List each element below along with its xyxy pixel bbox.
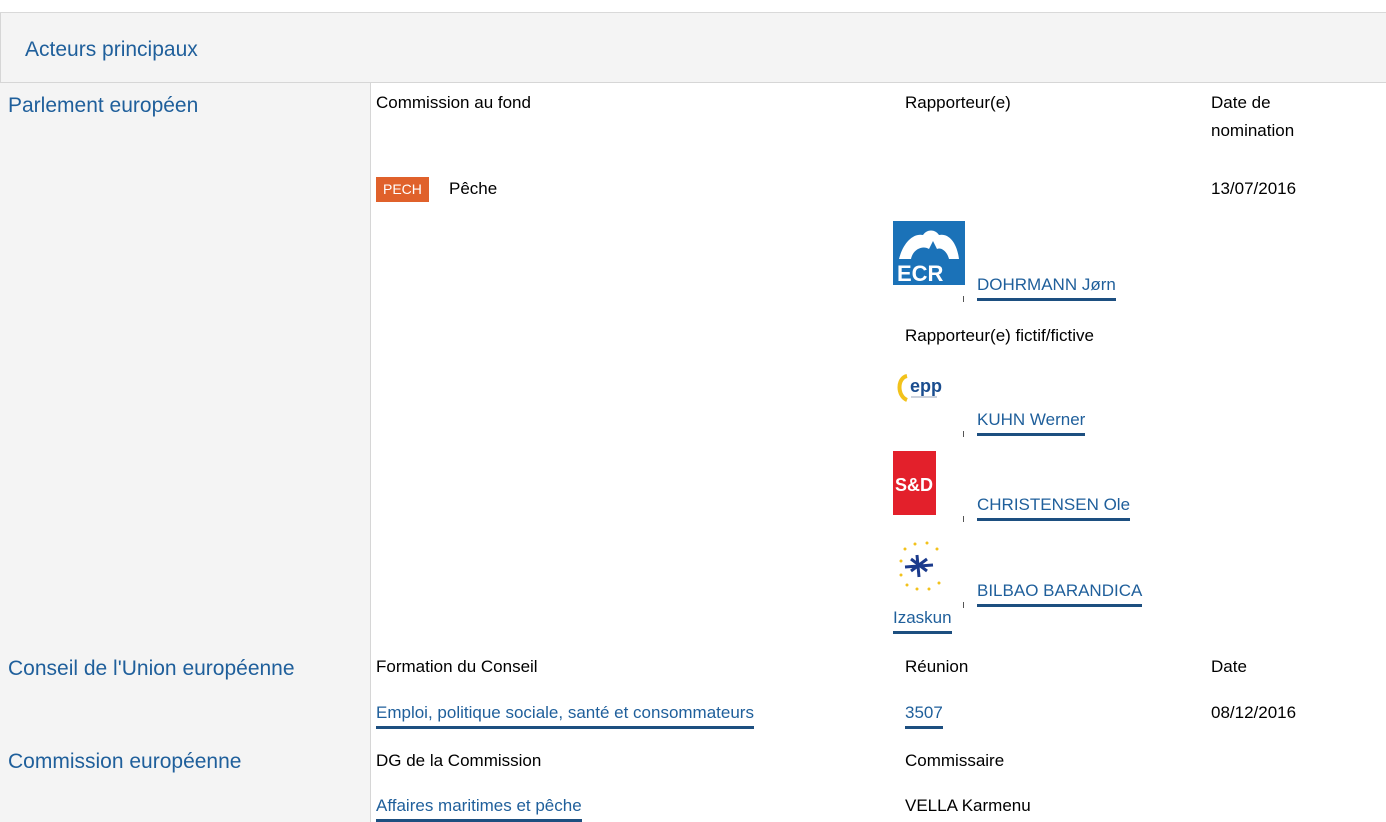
efa-logo-icon xyxy=(893,537,965,601)
shadow-link-kuhn[interactable]: KUHN Werner xyxy=(977,409,1086,436)
col-dg-header: DG de la Commission xyxy=(376,751,542,770)
logo-separator xyxy=(963,516,964,522)
actor-council: Conseil de l'Union européenne xyxy=(8,657,295,680)
svg-text:S&D: S&D xyxy=(895,475,933,495)
section-header: Acteurs principaux xyxy=(0,13,1386,83)
col-committee-header: Commission au fond xyxy=(376,93,531,112)
logo-separator xyxy=(963,602,964,608)
shadow-link-bilbao-line1[interactable]: BILBAO BARANDICA xyxy=(977,580,1143,607)
svg-text:ECR: ECR xyxy=(897,261,944,285)
actors-column xyxy=(0,83,371,822)
nomination-date: 13/07/2016 xyxy=(1211,179,1297,198)
council-formation-link[interactable]: Emploi, politique sociale, santé et cons… xyxy=(376,702,754,729)
actor-commission: Commission européenne xyxy=(8,750,242,773)
council-date: 08/12/2016 xyxy=(1211,703,1297,722)
actor-parliament: Parlement européen xyxy=(8,94,199,117)
col-meeting-header: Réunion xyxy=(905,657,969,676)
col-date-header-line2: nomination xyxy=(1211,121,1295,140)
col-rapporteur-header: Rapporteur(e) xyxy=(905,93,1011,112)
shadow-link-bilbao-line2[interactable]: Izaskun xyxy=(893,607,952,634)
svg-text:epp: epp xyxy=(910,376,942,396)
rapporteur-link[interactable]: DOHRMANN Jørn xyxy=(977,274,1116,301)
col-formation-header: Formation du Conseil xyxy=(376,657,538,676)
sd-logo-icon: S&D xyxy=(893,451,965,515)
logo-separator xyxy=(963,431,964,437)
shadow-rapporteur-label: Rapporteur(e) fictif/fictive xyxy=(905,326,1094,345)
col-date-header-line1: Date de xyxy=(1211,93,1271,112)
committee-badge[interactable]: PECH xyxy=(376,177,429,202)
section-title: Acteurs principaux xyxy=(25,38,198,61)
epp-logo-icon: epp xyxy=(893,366,965,430)
council-meeting-link[interactable]: 3507 xyxy=(905,702,943,729)
logo-separator xyxy=(963,296,964,302)
shadow-link-christensen[interactable]: CHRISTENSEN Ole xyxy=(977,494,1131,521)
col-commissioner-header: Commissaire xyxy=(905,751,1005,770)
commissioner-name: VELLA Karmenu xyxy=(905,796,1031,815)
col-council-date-header: Date xyxy=(1211,657,1247,676)
key-players-panel: Acteurs principaux Parlement européen Co… xyxy=(0,12,1386,822)
committee-name: Pêche xyxy=(449,179,498,198)
commission-dg-link[interactable]: Affaires maritimes et pêche xyxy=(376,795,582,822)
ecr-logo-icon: ECR xyxy=(893,221,965,285)
